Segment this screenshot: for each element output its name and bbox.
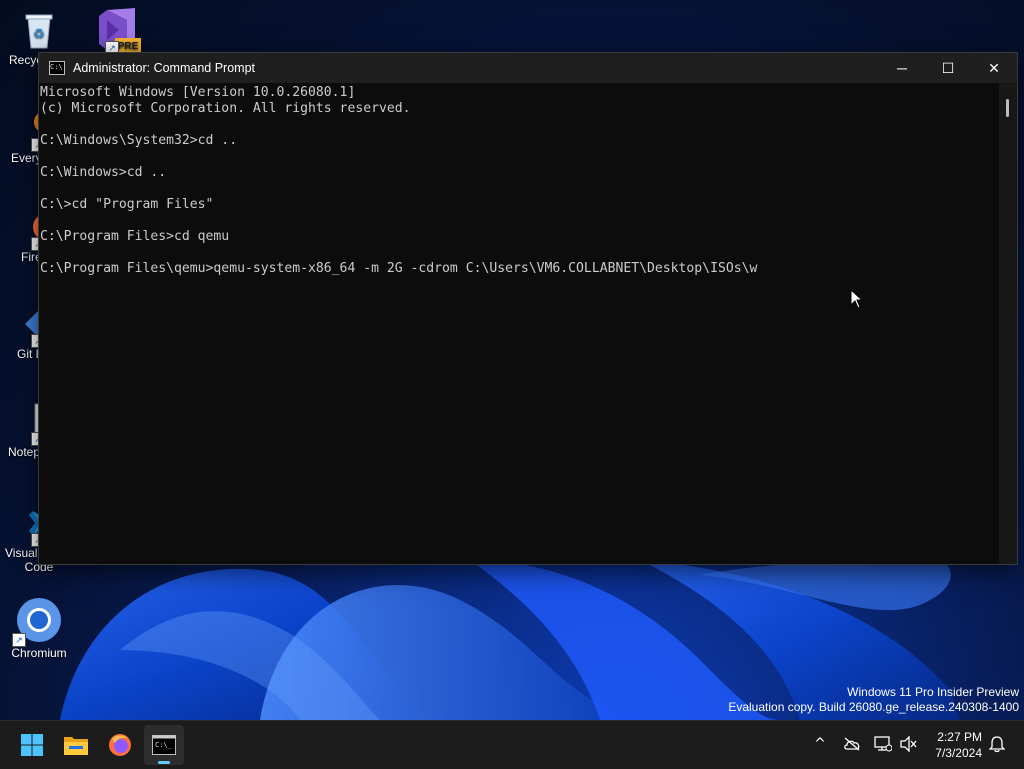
watermark-line-2: Evaluation copy. Build 26080.ge_release.… bbox=[728, 700, 1019, 714]
console-line: C:\Program Files\qemu>qemu-system-x86_64… bbox=[40, 261, 758, 276]
visual-studio-preview-icon: PRE ↗ bbox=[93, 6, 141, 55]
console-scrollbar[interactable] bbox=[999, 83, 1017, 564]
onedrive-sync-icon[interactable] bbox=[841, 733, 863, 755]
pre-badge: PRE bbox=[118, 41, 139, 52]
console-line: C:\>cd "Program Files" bbox=[40, 197, 214, 212]
desktop-icon-chromium[interactable]: ↗ Chromium bbox=[1, 597, 77, 660]
console-output[interactable]: Microsoft Windows [Version 10.0.26080.1]… bbox=[39, 83, 999, 564]
volume-muted-icon[interactable] bbox=[898, 733, 920, 755]
close-button[interactable]: ✕ bbox=[971, 53, 1017, 83]
firefox-taskbar-button[interactable] bbox=[100, 725, 140, 765]
network-icon[interactable] bbox=[872, 733, 894, 755]
firefox-icon bbox=[109, 734, 131, 756]
clock-time: 2:27 PM bbox=[937, 730, 982, 744]
system-clock[interactable]: 2:27 PM 7/3/2024 bbox=[935, 729, 982, 761]
windows-logo-icon bbox=[21, 734, 43, 756]
taskbar: C:\_ ^ 2:27 PM 7/3/2024 bbox=[0, 720, 1024, 769]
terminal-icon: C:\_ bbox=[152, 735, 176, 755]
command-prompt-window[interactable]: C:\ Administrator: Command Prompt ─ ☐ ✕ … bbox=[38, 52, 1018, 565]
evaluation-watermark: Windows 11 Pro Insider Preview Evaluatio… bbox=[728, 685, 1019, 715]
console-line: Microsoft Windows [Version 10.0.26080.1] bbox=[40, 85, 356, 100]
file-explorer-button[interactable] bbox=[56, 725, 96, 765]
watermark-line-1: Windows 11 Pro Insider Preview bbox=[847, 685, 1019, 699]
console-line: C:\Program Files>cd qemu bbox=[40, 229, 230, 244]
active-app-indicator bbox=[158, 761, 170, 764]
console-line: (c) Microsoft Corporation. All rights re… bbox=[40, 101, 411, 116]
console-line: C:\Windows\System32>cd .. bbox=[40, 133, 238, 148]
folder-icon bbox=[64, 737, 88, 755]
minimize-button[interactable]: ─ bbox=[879, 53, 925, 83]
window-title: Administrator: Command Prompt bbox=[73, 61, 256, 75]
bell-icon bbox=[989, 736, 1005, 753]
scrollbar-thumb[interactable] bbox=[1006, 99, 1009, 117]
show-hidden-icons-button[interactable]: ^ bbox=[809, 733, 831, 755]
recycle-bin-icon: ♻ bbox=[19, 10, 59, 50]
shortcut-arrow-icon: ↗ bbox=[12, 633, 26, 647]
svg-text:C:\_: C:\_ bbox=[155, 741, 173, 749]
console-line: C:\Windows>cd .. bbox=[40, 165, 167, 180]
clock-date: 7/3/2024 bbox=[935, 746, 982, 760]
svg-text:♻: ♻ bbox=[33, 26, 45, 41]
mouse-cursor-icon bbox=[850, 288, 864, 313]
desktop-icon-label: Chromium bbox=[11, 646, 67, 660]
chromium-icon: ↗ bbox=[12, 597, 62, 647]
notifications-button[interactable] bbox=[986, 733, 1008, 755]
command-prompt-icon: C:\ bbox=[49, 61, 65, 75]
command-prompt-taskbar-button[interactable]: C:\_ bbox=[144, 725, 184, 765]
start-button[interactable] bbox=[12, 725, 52, 765]
maximize-button[interactable]: ☐ bbox=[925, 53, 971, 83]
window-titlebar[interactable]: C:\ Administrator: Command Prompt ─ ☐ ✕ bbox=[39, 53, 1017, 83]
desktop-icon-visual-studio-preview[interactable]: PRE ↗ bbox=[79, 6, 155, 57]
chevron-up-icon: ^ bbox=[814, 736, 826, 752]
